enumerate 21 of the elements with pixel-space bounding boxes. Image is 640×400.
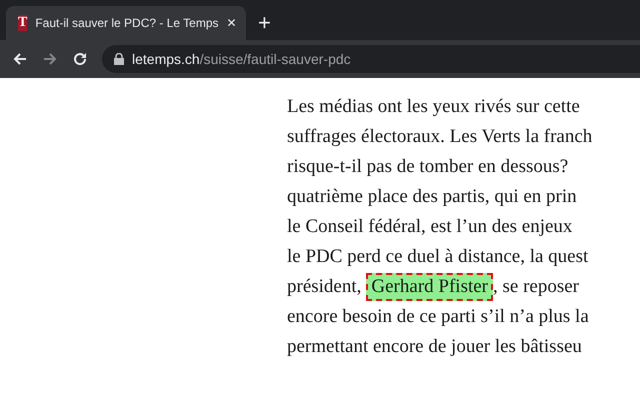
article-text: permettant encore de jouer les bâtisseu [287, 335, 582, 359]
forward-icon[interactable] [42, 51, 58, 67]
article-text: risque-t-il pas de tomber en dessous? [287, 155, 568, 179]
article-text: le Conseil fédéral, est l’un des enjeux [287, 215, 572, 239]
url-text: letemps.ch/suisse/fautil-sauver-pdc [132, 50, 351, 69]
address-bar[interactable]: letemps.ch/suisse/fautil-sauver-pdc [102, 45, 640, 73]
reload-icon[interactable] [72, 51, 88, 67]
close-tab-button[interactable]: ✕ [226, 14, 237, 32]
article-text: suffrages électoraux. Les Verts la franch [287, 125, 592, 149]
highlighted-name: Gerhard Pfister [366, 273, 494, 301]
article-text: quatrième place des partis, qui en prin [287, 185, 577, 209]
article-text: le PDC perd ce duel à distance, la quest [287, 245, 588, 269]
article-text: , se reposer [493, 275, 580, 299]
article-text: Les médias ont les yeux rivés sur cette [287, 95, 580, 119]
article-text: président, [287, 275, 362, 299]
new-tab-button[interactable]: + [258, 12, 271, 34]
tab-title[interactable]: Faut-il sauver le PDC? - Le Temps [35, 14, 219, 32]
site-logo-icon: T [18, 15, 28, 31]
article-text: encore besoin de ce parti s’il n’a plus la [287, 305, 589, 329]
back-icon[interactable] [12, 51, 28, 67]
lock-icon [114, 53, 124, 65]
